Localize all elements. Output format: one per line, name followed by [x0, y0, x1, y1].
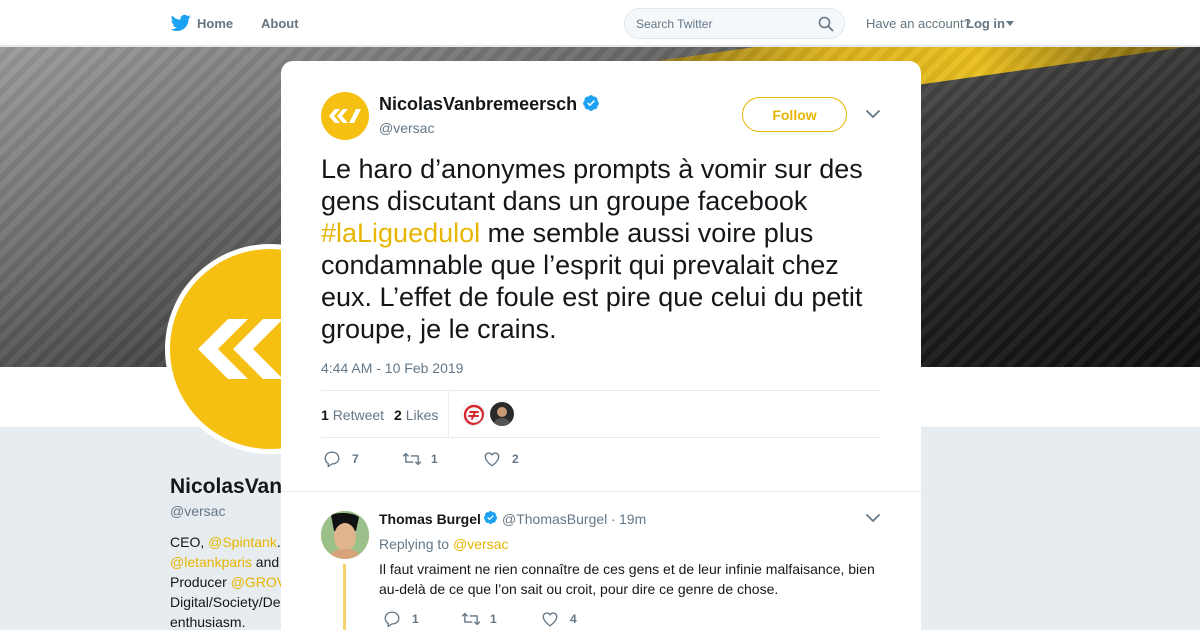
separator-dot: · [611, 511, 616, 527]
follow-button[interactable]: Follow [742, 97, 847, 132]
like-action-count: 2 [512, 452, 519, 466]
reply-count: 1 [412, 612, 419, 626]
reply-author-avatar-image [321, 511, 369, 559]
tweet-timestamp[interactable]: 4:44 AM - 10 Feb 2019 [321, 360, 463, 376]
thread-line [343, 564, 346, 630]
heart-icon [542, 612, 558, 627]
retweet-action-count: 1 [431, 452, 438, 466]
reply-text: Il faut vraiment ne rien connaître de ce… [379, 561, 875, 597]
liker-avatar[interactable] [490, 402, 514, 426]
tweet-actions: 7 1 2 [321, 449, 881, 469]
liker-avatar[interactable] [461, 402, 485, 426]
reply-timestamp[interactable]: 19m [619, 511, 646, 527]
reply-author-avatar[interactable] [321, 511, 369, 559]
retweet-icon [461, 612, 481, 626]
reply-author-handle[interactable]: @ThomasBurgel [502, 511, 607, 527]
divider [281, 491, 921, 492]
stats-divider [448, 391, 449, 437]
tweet-text-part: Le haro d’anonymes prompts à vomir sur d… [321, 154, 863, 216]
heart-icon [484, 452, 500, 467]
retweet-count: 1 [321, 407, 329, 423]
chevron-down-icon[interactable] [865, 512, 881, 524]
hashtag-link[interactable]: #laLiguedulol [321, 218, 480, 248]
author-handle[interactable]: @versac [379, 120, 434, 136]
close-icon[interactable] [1155, 12, 1179, 36]
reply-icon [324, 451, 340, 468]
verified-badge-icon [583, 95, 599, 111]
tweet-modal: NicolasVanbremeersch @versac Follow Le h… [281, 61, 921, 630]
reply-icon [384, 611, 400, 628]
retweet-stat[interactable]: 1 Retweet [321, 407, 384, 423]
replying-to-mention[interactable]: @versac [453, 536, 508, 552]
retweet-action-count: 1 [490, 612, 497, 626]
like-stat[interactable]: 2 Likes [394, 407, 438, 423]
liker-avatar-image [493, 407, 511, 426]
reply-actions: 1 1 4 [379, 609, 779, 629]
tweet-stats: 1 Retweet 2 Likes [321, 390, 881, 438]
chevron-down-icon[interactable] [865, 108, 881, 120]
retweet-label: Retweet [332, 407, 385, 423]
tweet-text: Le haro d’anonymes prompts à vomir sur d… [321, 153, 887, 345]
reply-author-name[interactable]: Thomas Burgel [379, 511, 481, 527]
liker-avatar-image [463, 404, 484, 425]
verified-badge-icon [483, 510, 498, 525]
reply-count: 7 [352, 452, 359, 466]
spintank-logo-icon [329, 109, 361, 123]
replying-to-label: Replying to [379, 536, 450, 552]
author-name[interactable]: NicolasVanbremeersch [379, 94, 577, 115]
like-action-count: 4 [570, 612, 577, 626]
retweet-icon [402, 452, 422, 466]
like-label: Likes [405, 407, 439, 423]
author-avatar[interactable] [321, 92, 369, 140]
like-count: 2 [394, 407, 402, 423]
